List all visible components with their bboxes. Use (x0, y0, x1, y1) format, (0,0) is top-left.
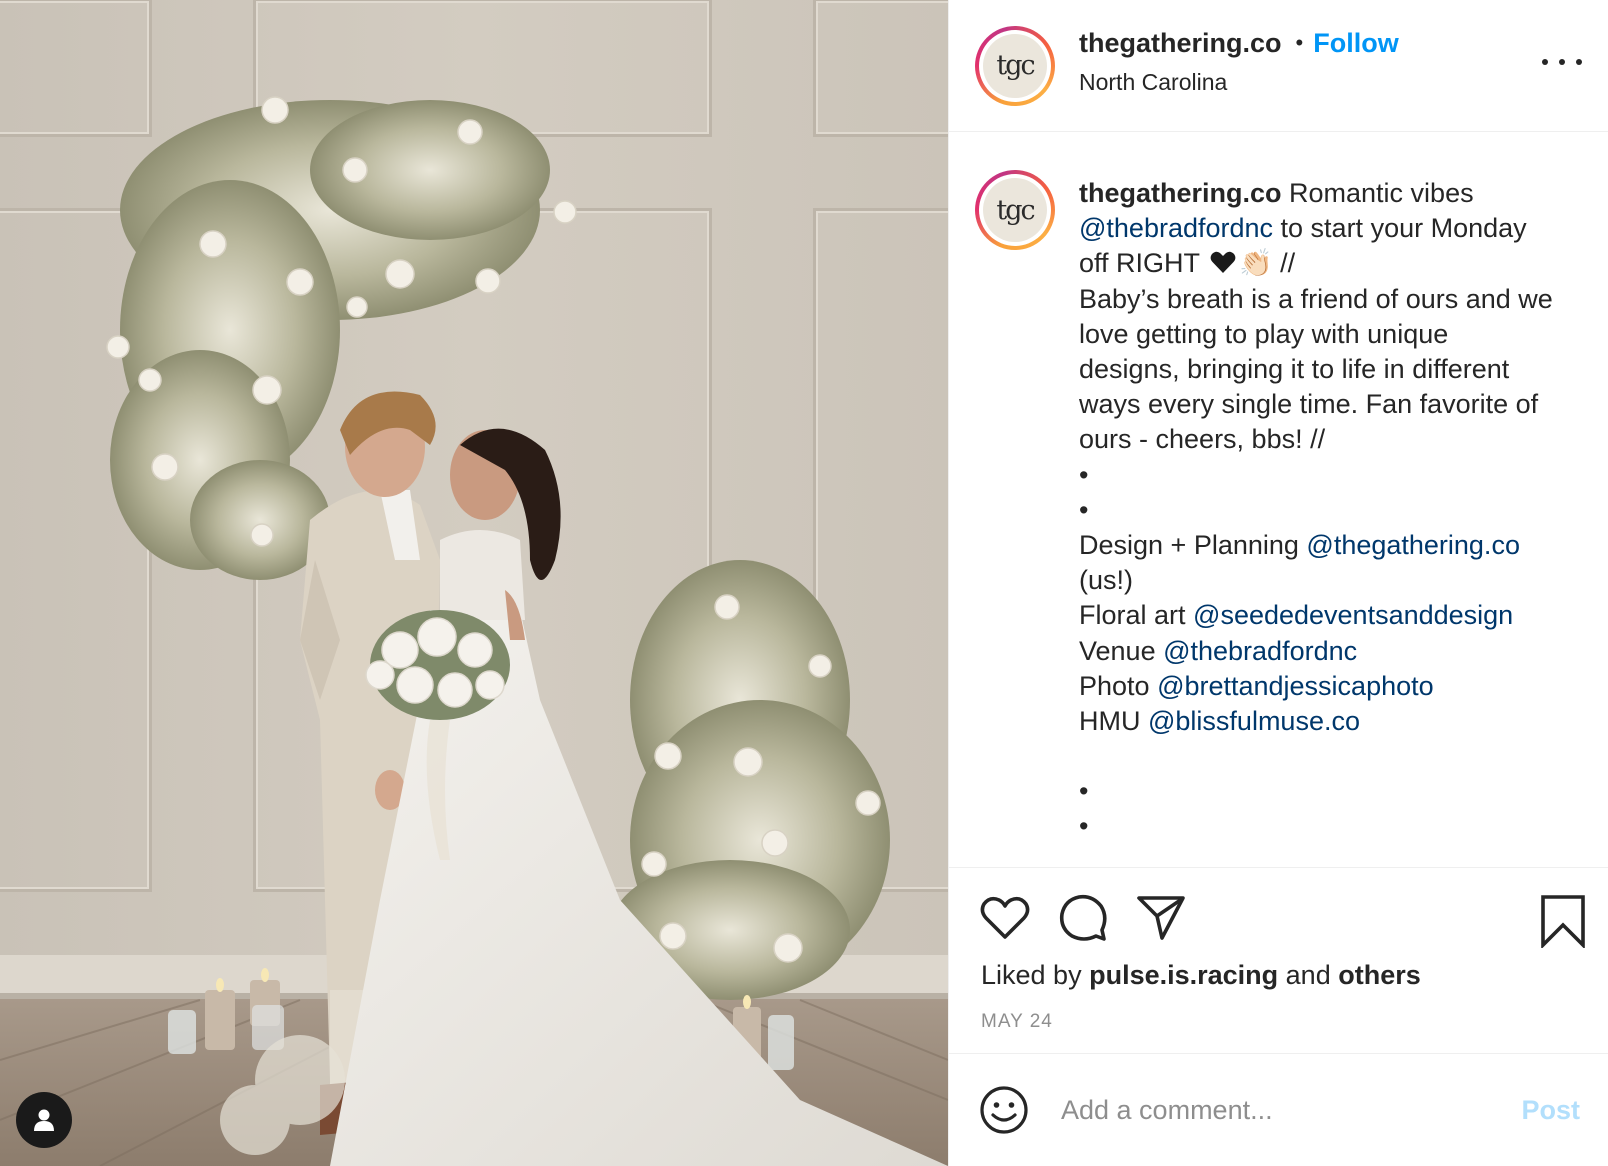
instagram-post: tgc thegathering.co • Follow North Carol… (0, 0, 1608, 1166)
caption-text: // (1272, 248, 1296, 279)
mention-link[interactable]: @seededeventsanddesign (1193, 600, 1513, 630)
caption-body-line: love getting to play with unique (1079, 318, 1449, 349)
caption-line: @thebradfordnc to start your Monday (1079, 211, 1553, 246)
ellipsis-icon (1542, 59, 1548, 65)
bookmark-icon (1541, 895, 1585, 950)
credit-label: HMU (1079, 706, 1148, 737)
caption-body-line: Baby’s breath is a friend of ours and we (1079, 283, 1553, 314)
mention-link[interactable]: @thegathering.co (1306, 530, 1520, 560)
credit-line: Photo @brettandjessicaphoto (1079, 669, 1553, 704)
tagged-users-button[interactable] (16, 1092, 72, 1148)
post-location[interactable]: North Carolina (1079, 69, 1399, 96)
credit-line: Design + Planning @thegathering.co (1079, 528, 1553, 563)
caption-text: to start your Monday (1273, 213, 1527, 244)
credit-label: Venue (1079, 635, 1164, 666)
ellipsis-dot (1576, 59, 1582, 65)
caption-text: off RIGHT (1079, 248, 1208, 279)
action-bar (949, 868, 1608, 968)
author-username[interactable]: thegathering.co (1079, 28, 1282, 59)
caption-dot: • (1079, 494, 1089, 525)
ellipsis-dot (1559, 59, 1565, 65)
share-button[interactable] (1135, 892, 1187, 944)
smiley-icon[interactable] (979, 1085, 1029, 1135)
mention-link[interactable]: @thebradfordnc (1163, 636, 1357, 666)
header-line: thegathering.co • Follow (1079, 28, 1399, 59)
credit-line: HMU @blissfulmuse.co (1079, 704, 1553, 739)
separator-dot: • (1295, 30, 1304, 55)
post-side-panel: tgc thegathering.co • Follow North Carol… (948, 0, 1608, 1166)
comment-composer: Post (949, 1054, 1608, 1166)
credit-label: Photo (1079, 670, 1158, 701)
avatar-logo: tgc (983, 178, 1047, 242)
caption-body-line: designs, bringing it to life in differen… (1079, 354, 1510, 385)
avatar-logo: tgc (983, 33, 1047, 98)
more-options-button[interactable] (1542, 50, 1582, 74)
like-button[interactable] (979, 892, 1031, 944)
caption-line: off RIGHT 👏🏻 // (1079, 246, 1553, 281)
heart-outline-icon (980, 896, 1030, 939)
follow-button[interactable]: Follow (1313, 28, 1398, 59)
credit-line: Venue @thebradfordnc (1079, 634, 1553, 669)
comment-button[interactable] (1057, 892, 1109, 944)
post-comment-button[interactable]: Post (1515, 1094, 1586, 1127)
post-photo[interactable] (0, 0, 948, 1166)
post-caption: thegathering.co Romantic vibes @thebradf… (1079, 176, 1553, 867)
caption-line: thegathering.co Romantic vibes (1079, 176, 1553, 211)
credit-line: Floral art @seededeventsanddesign (1079, 598, 1553, 633)
paper-plane-icon (1137, 896, 1185, 940)
caption-dot: • (1079, 811, 1089, 842)
header-text: thegathering.co • Follow North Carolina (1079, 28, 1399, 96)
mention-link[interactable]: @blissfulmuse.co (1148, 706, 1360, 736)
user-icon (34, 1109, 54, 1131)
avatar-border: tgc (979, 29, 1051, 102)
caption-dot: • (1079, 459, 1089, 490)
save-button[interactable] (1540, 894, 1586, 950)
wedding-photo (0, 0, 948, 1166)
clapping-hands-emoji: 👏🏻 (1239, 248, 1273, 279)
credit-label: (us!) (1079, 565, 1133, 596)
credit-line: (us!) (1079, 563, 1553, 598)
caption-dot: • (1079, 776, 1089, 807)
black-heart-emoji-icon (1210, 252, 1236, 274)
author-avatar[interactable]: tgc (975, 25, 1055, 106)
post-header: tgc thegathering.co • Follow North Carol… (949, 0, 1608, 132)
caption-avatar[interactable]: tgc (975, 170, 1055, 250)
credit-label: Floral art (1079, 600, 1194, 631)
caption-body-line: ours - cheers, bbs! // (1079, 424, 1326, 455)
caption-body-line: ways every single time. Fan favorite of (1079, 389, 1539, 420)
avatar-border: tgc (979, 174, 1051, 246)
mention-link[interactable]: @thebradfordnc (1079, 213, 1273, 243)
post-date[interactable]: MAY 24 (949, 1011, 1608, 1054)
credit-label: Design + Planning (1079, 530, 1307, 561)
speech-bubble-icon (1059, 894, 1107, 941)
comment-input[interactable] (1059, 1093, 1516, 1127)
caption-username[interactable]: thegathering.co (1079, 178, 1282, 208)
caption-text: Romantic vibes (1281, 178, 1474, 208)
mention-link[interactable]: @brettandjessicaphoto (1157, 671, 1434, 701)
caption-area: tgc thegathering.co Romantic vibes @theb… (949, 132, 1608, 868)
